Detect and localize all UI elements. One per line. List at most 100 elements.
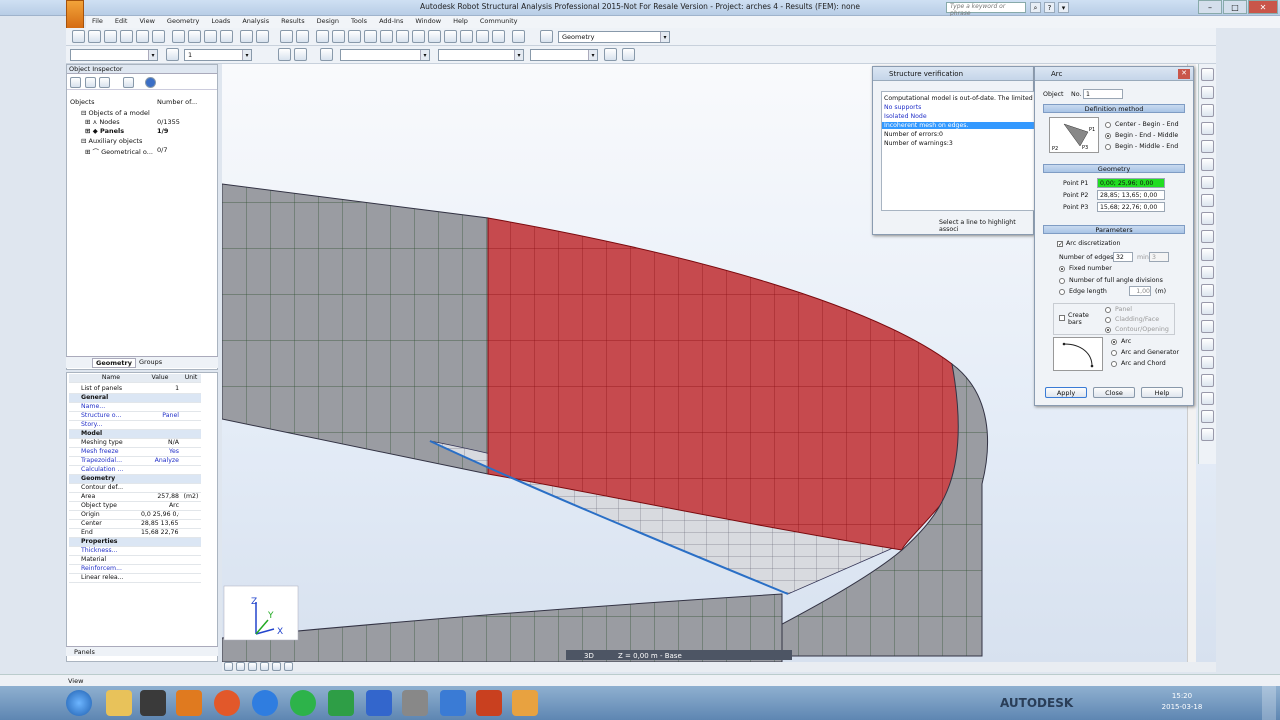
menu-analysis[interactable]: Analysis <box>236 16 275 28</box>
powerpoint-icon[interactable] <box>476 690 502 716</box>
bar-cladding-radio[interactable] <box>1105 317 1111 323</box>
tab-panels[interactable]: Panels <box>74 648 95 656</box>
property-row[interactable]: Contour def... <box>69 484 201 493</box>
calc-icon[interactable] <box>152 30 165 43</box>
lock-icon[interactable] <box>316 30 329 43</box>
view-yz-icon[interactable] <box>260 662 269 671</box>
display-attrs-icon[interactable] <box>284 662 293 671</box>
rotate-3d-icon[interactable] <box>396 30 409 43</box>
robot-taskbar-icon[interactable] <box>512 690 538 716</box>
menu-design[interactable]: Design <box>311 16 345 28</box>
analysis-tool-icon[interactable] <box>1201 284 1214 297</box>
bar-tool-icon[interactable] <box>1201 86 1214 99</box>
load-tool-icon[interactable] <box>1201 248 1214 261</box>
arc-type-chord-radio[interactable] <box>1111 361 1117 367</box>
close-dialog-button[interactable]: Close <box>1093 387 1135 398</box>
design-tool-icon[interactable] <box>1201 374 1214 387</box>
full-angle-radio[interactable] <box>1059 278 1065 284</box>
mesh-tool-icon[interactable] <box>1201 230 1214 243</box>
units-icon[interactable] <box>492 30 505 43</box>
list-icon[interactable] <box>540 30 553 43</box>
mode-combo[interactable]: ▾ <box>438 49 524 61</box>
maximize-button[interactable]: □ <box>1223 0 1247 14</box>
property-row[interactable]: Linear relea... <box>69 574 201 583</box>
more-tool-icon[interactable] <box>1201 428 1214 441</box>
section-tool-icon[interactable] <box>1201 122 1214 135</box>
property-row[interactable]: Properties <box>69 538 201 547</box>
view-xy-icon[interactable] <box>248 662 257 671</box>
result-tool-icon[interactable] <box>1201 302 1214 315</box>
tab-groups[interactable]: Groups <box>136 358 165 366</box>
redo-icon[interactable] <box>256 30 269 43</box>
filter-icon[interactable] <box>278 48 291 61</box>
menu-community[interactable]: Community <box>474 16 524 28</box>
menu-view[interactable]: View <box>133 16 160 28</box>
min-input[interactable]: 3 <box>1149 252 1169 262</box>
property-row[interactable]: Story... <box>69 421 201 430</box>
arc-discretization-checkbox[interactable]: ✓ <box>1057 241 1063 248</box>
support-tool-icon[interactable] <box>1201 104 1214 117</box>
render-icon[interactable] <box>272 662 281 671</box>
help-icon[interactable] <box>145 77 156 88</box>
menu-geometry[interactable]: Geometry <box>161 16 205 28</box>
app-flower-icon[interactable] <box>440 690 466 716</box>
results-2-icon[interactable] <box>622 48 635 61</box>
section-icon[interactable] <box>460 30 473 43</box>
options-icon[interactable] <box>99 77 110 88</box>
menu-addins[interactable]: Add-Ins <box>373 16 409 28</box>
paste-icon[interactable] <box>220 30 233 43</box>
case-icon[interactable] <box>320 48 333 61</box>
method-begin-middle-end-radio[interactable] <box>1105 144 1111 150</box>
rc-tool-icon[interactable] <box>1201 410 1214 423</box>
help-icon[interactable]: ? <box>1044 2 1055 13</box>
save-icon[interactable] <box>104 30 117 43</box>
property-row[interactable]: Thickness... <box>69 547 201 556</box>
property-row[interactable]: Mesh freeze Yes <box>69 448 201 457</box>
tree-item[interactable]: ⊞ ◆ Panels <box>85 127 124 135</box>
case-combo[interactable]: ▾ <box>340 49 430 61</box>
menu-window[interactable]: Window <box>409 16 447 28</box>
panel-tool-icon[interactable] <box>1201 194 1214 207</box>
outlook-icon[interactable] <box>176 690 202 716</box>
results-icon[interactable] <box>604 48 617 61</box>
menu-file[interactable]: File <box>86 16 109 28</box>
robot-logo-icon[interactable] <box>66 0 84 30</box>
verification-item[interactable]: Isolated Node <box>884 113 927 120</box>
diagram-tool-icon[interactable] <box>1201 320 1214 333</box>
verification-item-selected[interactable]: Incoherent mesh on edges. <box>882 122 1034 129</box>
component-combo[interactable]: ▾ <box>530 49 598 61</box>
combo-tool-icon[interactable] <box>1201 266 1214 279</box>
show-desktop-button[interactable] <box>1262 686 1276 720</box>
delete-icon[interactable] <box>188 30 201 43</box>
open-icon[interactable] <box>88 30 101 43</box>
grid-icon[interactable] <box>428 30 441 43</box>
apply-button[interactable]: Apply <box>1045 387 1087 398</box>
verification-item[interactable]: No supports <box>884 104 921 111</box>
edge-length-radio[interactable] <box>1059 289 1065 295</box>
menu-loads[interactable]: Loads <box>205 16 236 28</box>
view-3d-icon[interactable] <box>224 662 233 671</box>
ie-icon[interactable] <box>252 690 278 716</box>
bar-contour-radio[interactable] <box>1105 327 1111 333</box>
create-bars-checkbox[interactable] <box>1059 315 1065 321</box>
property-row[interactable]: Meshing type N/A <box>69 439 201 448</box>
help-button[interactable]: Help <box>1141 387 1183 398</box>
menu-edit[interactable]: Edit <box>109 16 134 28</box>
print-icon[interactable] <box>120 30 133 43</box>
property-row[interactable]: Object type Arc <box>69 502 201 511</box>
edge-length-input[interactable]: 1,00 <box>1129 286 1151 296</box>
release-tool-icon[interactable] <box>1201 158 1214 171</box>
property-row[interactable]: Origin 0,0 25,96 0,0 <box>69 511 201 520</box>
offset-tool-icon[interactable] <box>1201 176 1214 189</box>
select-icon[interactable] <box>166 48 179 61</box>
menu-help[interactable]: Help <box>447 16 474 28</box>
arc-type-arc-radio[interactable] <box>1111 339 1117 345</box>
view-xz-icon[interactable] <box>236 662 245 671</box>
verification-item[interactable]: Number of warnings:3 <box>884 140 953 147</box>
property-row[interactable]: List of panels 1 <box>69 385 201 394</box>
filter-2-icon[interactable] <box>294 48 307 61</box>
layout-icon[interactable] <box>512 30 525 43</box>
arc-close-icon[interactable]: ✕ <box>1178 69 1190 79</box>
undo-icon[interactable] <box>240 30 253 43</box>
start-button-icon[interactable] <box>66 690 92 716</box>
